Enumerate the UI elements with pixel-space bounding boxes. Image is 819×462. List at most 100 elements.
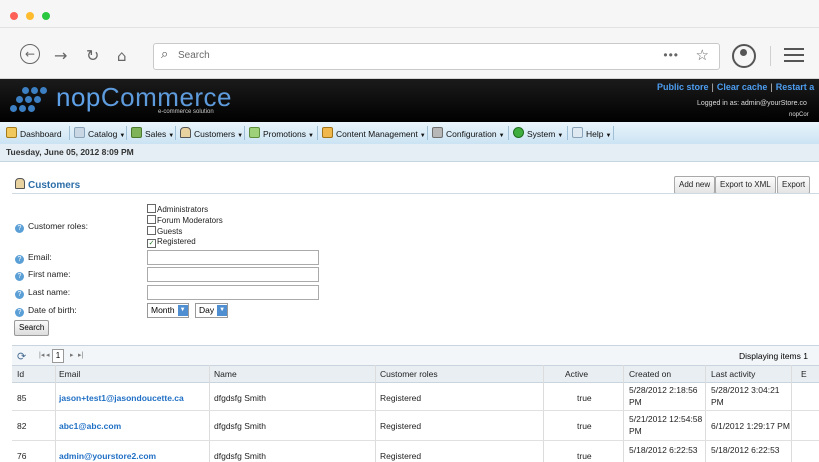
column-name[interactable]: Name [214,369,237,379]
public-store-link[interactable]: Public store [657,82,709,92]
menu-separator [126,126,127,140]
column-divider [375,365,376,462]
next-page-icon[interactable]: ▸ [70,351,74,359]
menu-separator [427,126,428,140]
checkbox[interactable] [147,204,156,213]
cell-last-activity: 5/28/2012 3:04:21 [711,385,780,395]
page-number-box[interactable]: 1 [52,349,64,363]
more-icon[interactable]: ••• [663,48,679,62]
home-icon[interactable]: ⌂ [117,47,127,65]
first-name-field[interactable] [147,267,319,282]
wrench-icon [432,127,443,138]
cell-roles: Registered [380,393,422,403]
column-customer-roles[interactable]: Customer roles [380,369,438,379]
help-icon [572,127,583,138]
refresh-icon[interactable]: ⟳ [17,350,26,363]
system-icon [513,127,524,138]
chevron-down-icon: ▼ [119,133,126,139]
cell-name: dfgdsfg Smith [214,421,266,431]
header-links: Public store | Clear cache | Restart a [657,82,815,92]
column-divider [55,365,56,462]
cell-last-activity: 5/18/2012 6:22:53 [711,445,780,455]
back-icon[interactable]: ← [20,44,40,64]
restart-link[interactable]: Restart a [776,82,815,92]
menu-separator [69,126,70,140]
last-page-icon[interactable]: ▸| [78,351,83,359]
column-divider [543,365,544,462]
column-active[interactable]: Active [565,369,588,379]
role-checkbox-forum-moderators[interactable]: Forum Moderators [147,215,223,226]
cell-email-link[interactable]: jason+test1@jasondoucette.ca [59,393,184,404]
minimize-window-button[interactable] [26,12,34,20]
cell-last-activity: 6/1/2012 1:29:17 PM [711,421,790,431]
admin-header: nopCommerce e-commerce solution Public s… [0,79,819,122]
checkbox[interactable] [147,226,156,235]
toolbar-divider [770,46,771,66]
column-created-on[interactable]: Created on [629,369,671,379]
nopcommerce-link[interactable]: nopCor [789,112,809,118]
help-icon: ? [15,290,24,299]
menu-item-help[interactable]: Help ▼ [572,127,611,139]
column-email[interactable]: Email [59,369,80,379]
menu-item-content-management[interactable]: Content Management ▼ [322,127,426,139]
cell-email-link[interactable]: admin@yourstore2.com [59,451,156,462]
export-button[interactable]: Export [777,176,811,194]
menu-item-promotions[interactable]: Promotions ▼ [249,127,314,139]
cell-created-on: PM [629,426,642,436]
forward-icon[interactable]: → [54,47,67,65]
checkbox-checked-icon[interactable]: ✓ [147,239,156,248]
displaying-items-text: Displaying items 1 [739,351,808,361]
first-page-icon[interactable]: |◂ [39,351,44,359]
cell-created-on: 5/18/2012 6:22:53 [629,445,698,455]
help-icon: ? [15,224,24,233]
email-field[interactable] [147,250,319,265]
month-select[interactable]: Month ▼ [147,303,189,318]
column-id[interactable]: Id [17,369,24,379]
column-last-activity[interactable]: Last activity [711,369,755,379]
last-name-field[interactable] [147,285,319,300]
chevron-down-icon: ▼ [419,133,426,139]
menu-item-catalog[interactable]: Catalog ▼ [74,127,125,139]
search-input[interactable]: ⌕ Search ••• ☆ [153,43,720,70]
checkbox[interactable] [147,215,156,224]
hamburger-menu-icon[interactable] [784,48,804,66]
customers-icon [180,127,191,138]
close-window-button[interactable] [10,12,18,20]
prev-page-icon[interactable]: ◂ [46,351,50,359]
day-select[interactable]: Day ▼ [195,303,229,318]
menu-item-customers[interactable]: Customers ▼ [180,127,243,139]
menu-item-configuration[interactable]: Configuration ▼ [432,127,505,139]
column-e[interactable]: E [801,369,807,379]
clear-cache-link[interactable]: Clear cache [717,82,768,92]
promotions-icon [249,127,260,138]
menu-item-system[interactable]: System ▼ [513,127,563,139]
star-icon[interactable]: ☆ [696,46,709,64]
cell-id: 82 [17,421,27,431]
cell-roles: Registered [380,451,422,461]
export-xml-button[interactable]: Export to XML [715,176,776,194]
search-button[interactable]: Search [14,320,50,336]
add-new-button[interactable]: Add new [674,176,716,194]
cell-active: true [577,451,592,461]
role-checkbox-guests[interactable]: Guests [147,226,182,237]
cell-created-on: 5/28/2012 2:18:56 [629,385,698,395]
grid-toolbar: ⟳ |◂ ◂ 1 ▸ ▸| Displaying items 1 [12,345,819,366]
menu-item-dashboard[interactable]: Dashboard [6,127,62,139]
menu-item-sales[interactable]: Sales ▼ [131,127,174,139]
cell-created-on: 5/21/2012 12:54:58 [629,414,703,424]
role-checkbox-administrators[interactable]: Administrators [147,204,208,215]
account-icon[interactable] [732,44,756,68]
row-divider [12,410,819,411]
menu-separator [567,126,568,140]
cell-email-link[interactable]: abc1@abc.com [59,421,121,432]
folder-icon [322,127,333,138]
cell-last-activity: PM [711,397,724,407]
search-icon: ⌕ [161,47,169,62]
row-divider [12,440,819,441]
chevron-down-icon: ▼ [217,305,228,316]
cell-name: dfgdsfg Smith [214,451,266,461]
maximize-window-button[interactable] [42,12,50,20]
role-checkbox-registered[interactable]: ✓ Registered [147,237,196,248]
reload-icon[interactable]: ↻ [86,47,99,65]
cell-active: true [577,421,592,431]
